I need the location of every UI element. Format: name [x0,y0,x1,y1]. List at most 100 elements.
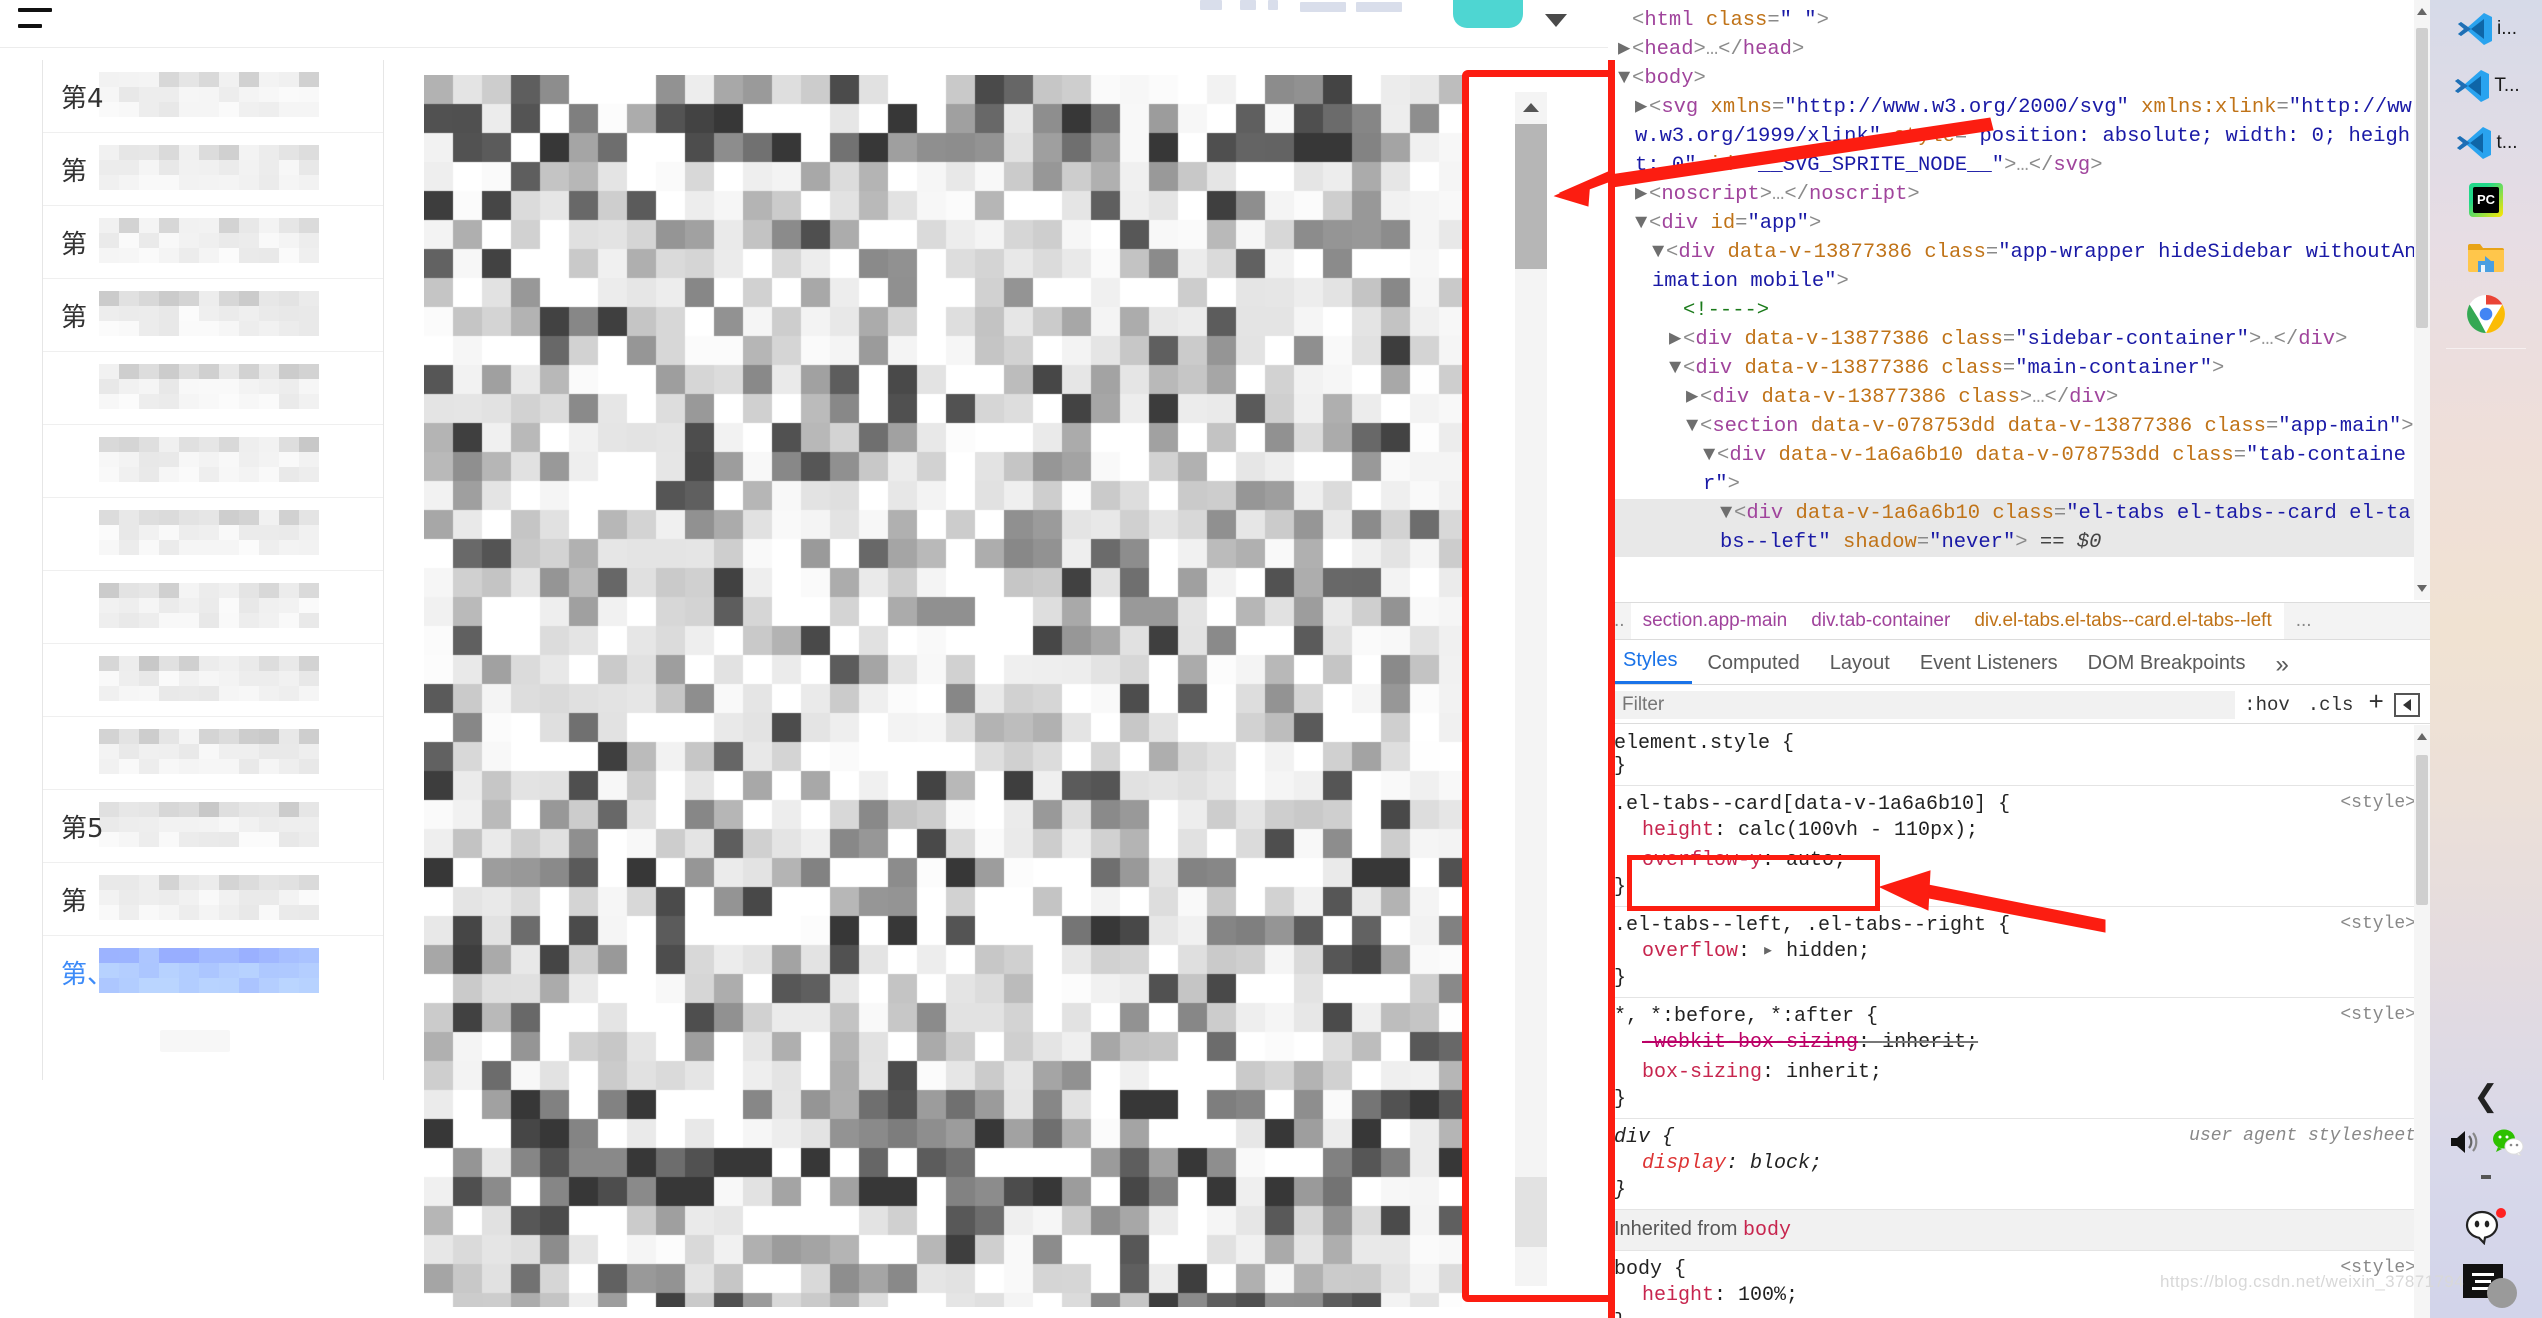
css-declaration[interactable]: -webkit-box-sizing: inherit; [1608,1028,2430,1058]
disclosure-triangle-icon[interactable]: ▼ [1652,238,1666,267]
css-rule[interactable]: *, *:before, *:after {<style> -webkit-box… [1608,998,2430,1119]
caret-down-icon[interactable] [1545,14,1567,27]
css-rule[interactable]: .el-tabs--left, .el-tabs--right {<style>… [1608,907,2430,998]
dom-tree-scrollbar[interactable] [2414,0,2430,600]
css-property[interactable]: height [1642,819,1714,842]
scroll-up-icon[interactable] [2417,8,2427,15]
chapter-list-item[interactable]: 第 [43,279,383,352]
ghost-notification-icon[interactable] [2463,1207,2509,1250]
css-declaration[interactable]: overflow: ▸ hidden; [1608,937,2430,967]
dom-tree-line[interactable]: ▶<div data-v-13877386 class="sidebar-con… [1608,325,2430,354]
chapter-list-item[interactable] [43,571,383,644]
hamburger-icon[interactable] [18,8,52,28]
chapter-list-item[interactable] [43,717,383,790]
breadcrumb-item[interactable]: div.tab-container [1799,603,1963,639]
panel-tab-dom-breakpoints[interactable]: DOM Breakpoints [2073,652,2261,684]
disclosure-triangle-icon[interactable]: ▼ [1720,499,1734,528]
css-rule[interactable]: .el-tabs--card[data-v-1a6a6b10] {<style>… [1608,786,2430,907]
css-selector[interactable]: *, *:before, *:after { [1608,1005,2430,1028]
css-value[interactable]: calc(100vh - 110px); [1738,819,1978,842]
disclosure-triangle-icon[interactable]: ▼ [1618,64,1632,93]
css-value[interactable]: block; [1750,1152,1822,1175]
chapter-list-item[interactable]: 第5 [43,790,383,863]
scrollbar-up-arrow-icon[interactable] [1515,92,1547,122]
taskbar-app-vscode[interactable]: i... [2430,0,2542,57]
css-property[interactable]: box-sizing [1642,1061,1762,1084]
windows-taskbar[interactable]: i... T... t... PC ❮ [2430,0,2542,1318]
devtools-panel-tabs[interactable]: Styles Computed Layout Event Listeners DOM B… [1608,641,2430,685]
css-property[interactable]: -webkit-box-sizing [1642,1031,1858,1054]
css-declaration[interactable]: height: calc(100vh - 110px); [1608,816,2430,846]
css-value[interactable]: hidden; [1786,940,1870,963]
taskbar-app-pycharm[interactable]: PC [2430,171,2542,228]
css-property[interactable]: display [1642,1152,1726,1175]
scroll-down-icon[interactable] [2417,585,2427,592]
css-property[interactable]: height [1642,1284,1714,1307]
ime-indicator[interactable] [2430,1168,2542,1186]
disclosure-triangle-icon[interactable]: ▼ [1669,354,1683,383]
taskbar-app-vscode[interactable]: t... [2430,114,2542,171]
chapter-list-item[interactable]: 第 [43,133,383,206]
dom-tree-line[interactable]: ▼<div data-v-13877386 class="app-wrapper… [1608,238,2430,296]
disclosure-triangle-icon[interactable]: ▼ [1635,209,1649,238]
dom-tree-line[interactable]: ▶<head>…</head> [1608,35,2430,64]
new-style-rule-button[interactable]: + [2362,688,2390,722]
css-value[interactable]: 100%; [1738,1284,1798,1307]
cls-button[interactable]: .cls [2299,694,2363,716]
expand-shorthand-icon[interactable]: ▸ [1762,940,1786,963]
css-selector[interactable]: .el-tabs--left, .el-tabs--right { [1608,914,2430,937]
ghost-notification[interactable] [2430,1200,2542,1257]
dom-tree-line[interactable]: ▼<div data-v-13877386 class="main-contai… [1608,354,2430,383]
css-declaration[interactable]: overflow-y: auto; [1608,846,2430,876]
styles-pane[interactable]: element.style {} .el-tabs--card[data-v-1a… [1608,725,2430,1318]
content-scrollbar[interactable] [1515,92,1547,1286]
sidebar-toggle-icon[interactable] [2394,692,2420,717]
css-declaration[interactable]: display: block; [1608,1149,2430,1179]
dom-tree-line[interactable]: ▼<div data-v-1a6a6b10 class="el-tabs el-… [1608,499,2430,557]
speaker-icon[interactable] [2448,1128,2482,1161]
chapter-list-item[interactable]: 第、 [43,936,383,1009]
css-rule[interactable]: div {user agent stylesheet display: block… [1608,1119,2430,1210]
dom-tree-line[interactable]: <!----> [1608,296,2430,325]
breadcrumb-item[interactable]: ... [2284,603,2324,639]
scrollbar-thumb[interactable] [1515,124,1547,269]
chapter-list-item[interactable]: 第 [43,863,383,936]
styles-filter-bar[interactable]: :hov .cls + [1608,686,2430,724]
chapter-list-item[interactable] [43,352,383,425]
panel-tab-styles[interactable]: Styles [1608,649,1693,684]
breadcrumb[interactable]: .. section.app-main div.tab-container div.e… [1608,602,2430,640]
breadcrumb-item[interactable]: section.app-main [1630,603,1800,639]
panel-tab-computed[interactable]: Computed [1692,652,1814,684]
css-value[interactable]: inherit; [1882,1031,1978,1054]
scrollbar-thumb[interactable] [2416,755,2428,905]
tray-icons-row[interactable] [2430,1121,2542,1168]
css-selector[interactable]: element.style { [1608,732,2430,755]
disclosure-triangle-icon[interactable]: ▶ [1635,93,1649,122]
tray-expand-row[interactable]: ❮ [2430,1072,2542,1121]
css-rule-source[interactable]: user agent stylesheet [2189,1126,2416,1146]
panel-tab--[interactable]: » [2261,651,2304,684]
disclosure-triangle-icon[interactable]: ▼ [1703,441,1717,470]
taskbar-app-vscode[interactable]: T... [2430,57,2542,114]
wechat-icon[interactable] [2492,1128,2524,1161]
css-declaration[interactable]: box-sizing: inherit; [1608,1058,2430,1088]
filter-input[interactable] [1614,690,2236,719]
disclosure-triangle-icon[interactable]: ▶ [1618,35,1632,64]
disclosure-triangle-icon[interactable]: ▶ [1686,383,1700,412]
dom-tree-line[interactable]: ▶<noscript>…</noscript> [1608,180,2430,209]
panel-tab-layout[interactable]: Layout [1815,652,1905,684]
panel-tab-event-listeners[interactable]: Event Listeners [1905,652,2073,684]
styles-scrollbar[interactable] [2414,725,2430,1318]
chapter-list[interactable]: 第4 第第第第5 第第、 [42,60,384,1080]
css-rule-source[interactable]: <style> [2340,793,2416,813]
css-value[interactable]: inherit; [1786,1061,1882,1084]
taskbar-app-file-explorer[interactable] [2430,228,2542,285]
css-property[interactable]: overflow-y [1642,849,1762,872]
dom-tree-line[interactable]: ▼<body> [1608,64,2430,93]
notification-icon[interactable] [2463,1264,2517,1308]
css-selector[interactable]: .el-tabs--card[data-v-1a6a6b10] { [1608,793,2430,816]
dom-tree-line[interactable]: ▼<div data-v-1a6a6b10 data-v-078753dd cl… [1608,441,2430,499]
chapter-list-item[interactable] [43,498,383,571]
css-rule[interactable]: element.style {} [1608,725,2430,786]
css-rule-source[interactable]: <style> [2340,1005,2416,1025]
